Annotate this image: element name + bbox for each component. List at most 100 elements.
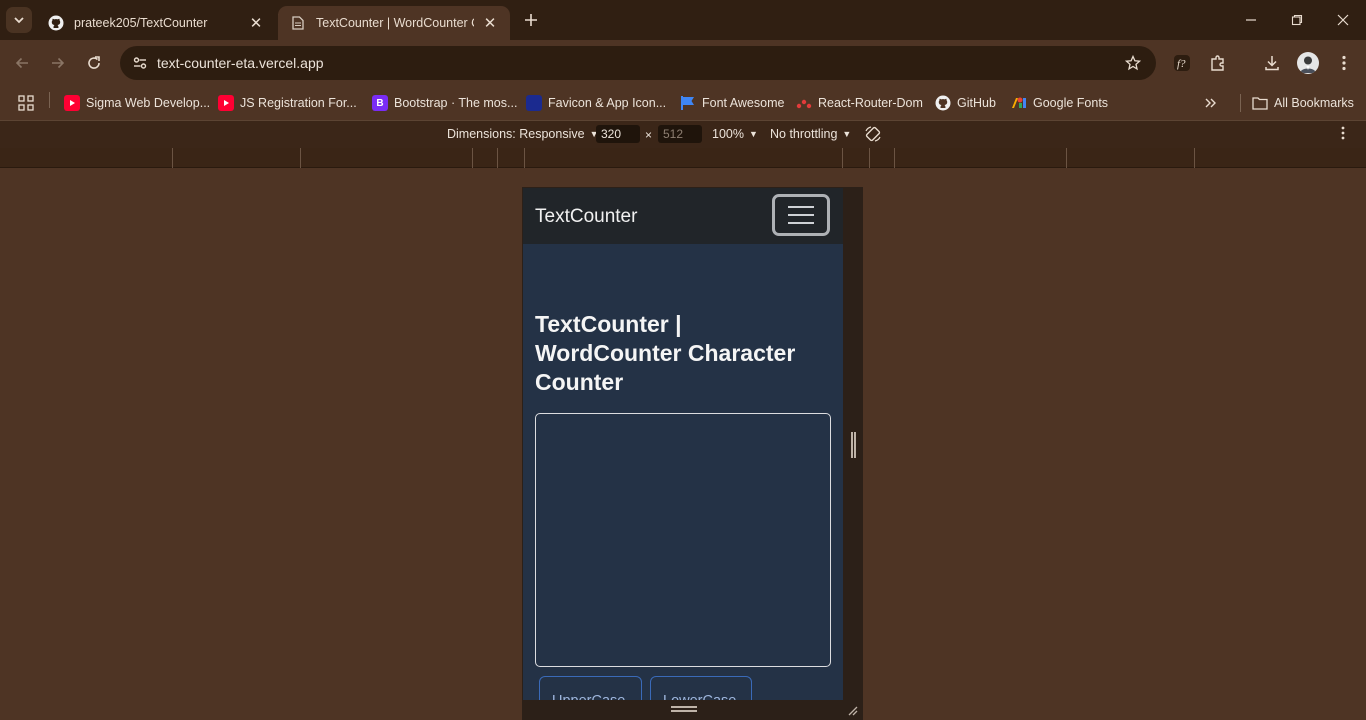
- bookmarks-divider: [49, 92, 50, 108]
- profile-avatar[interactable]: [1297, 52, 1319, 74]
- height-input[interactable]: 512: [658, 125, 702, 143]
- caret-down-icon: ▼: [842, 129, 852, 139]
- bookmark-favicon[interactable]: Favicon & App Icon...: [526, 92, 666, 114]
- reload-icon: [88, 56, 100, 69]
- chevron-down-icon: [14, 17, 24, 24]
- plus-icon: [525, 14, 537, 26]
- bookmark-google-fonts[interactable]: Google Fonts: [1011, 92, 1108, 114]
- hamburger-icon: [788, 206, 814, 224]
- bookmark-label: Bootstrap · The mos...: [394, 96, 518, 110]
- uppercase-button[interactable]: UpperCase: [539, 676, 642, 700]
- resize-corner-icon[interactable]: [846, 704, 858, 716]
- bookmark-react-router[interactable]: React-Router-Dom: [796, 92, 923, 114]
- device-toolbar: Dimensions: Responsive ▼ 320 × 512 100% …: [0, 120, 1366, 148]
- minimize-icon: [1246, 19, 1256, 21]
- dimensions-dropdown[interactable]: Dimensions: Responsive ▼: [447, 127, 598, 141]
- downloads-button[interactable]: [1258, 49, 1286, 77]
- tab-textcounter[interactable]: TextCounter | WordCounter Cha ✕: [278, 6, 510, 40]
- all-bookmarks-label: All Bookmarks: [1274, 96, 1354, 110]
- bookmarks-overflow-button[interactable]: [1204, 92, 1218, 114]
- flag-icon: [680, 95, 696, 111]
- caret-down-icon: ▼: [748, 129, 758, 139]
- folder-icon: [1252, 95, 1268, 111]
- zoom-dropdown[interactable]: 100% ▼: [712, 127, 758, 141]
- apps-button[interactable]: [18, 92, 34, 114]
- rotate-icon: [865, 126, 881, 142]
- ruler-tick: [300, 148, 301, 168]
- zoom-label: 100%: [712, 127, 744, 141]
- tab-strip: prateek205/TextCounter ✕ TextCounter | W…: [0, 0, 1366, 40]
- tab-search-button[interactable]: [6, 7, 32, 33]
- ruler-tick: [894, 148, 895, 168]
- new-tab-button[interactable]: [520, 9, 542, 31]
- toolbar: text-counter-eta.vercel.app f?: [0, 40, 1366, 86]
- bookmark-label: JS Registration For...: [240, 96, 357, 110]
- ruler-tick: [869, 148, 870, 168]
- bookmark-label: React-Router-Dom: [818, 96, 923, 110]
- bookmark-font-awesome[interactable]: Font Awesome: [680, 92, 784, 114]
- device-viewport: TextCounter TextCounter | WordCounter Ch…: [523, 188, 843, 700]
- navbar-brand[interactable]: TextCounter: [535, 206, 637, 228]
- width-input[interactable]: 320: [596, 125, 640, 143]
- github-icon: [935, 95, 951, 111]
- device-toolbar-menu-button[interactable]: [1341, 126, 1345, 140]
- restore-button[interactable]: [1274, 0, 1320, 40]
- favicon-icon: [526, 95, 542, 111]
- bookmark-label: Sigma Web Develop...: [86, 96, 211, 110]
- close-window-button[interactable]: [1320, 0, 1366, 40]
- all-bookmarks-button[interactable]: All Bookmarks: [1252, 92, 1354, 114]
- url-text[interactable]: text-counter-eta.vercel.app: [157, 55, 324, 71]
- more-vert-icon: [1342, 55, 1346, 71]
- youtube-icon: [218, 95, 234, 111]
- lowercase-button[interactable]: LowerCase: [650, 676, 752, 700]
- tab-github[interactable]: prateek205/TextCounter ✕: [36, 6, 276, 40]
- media-query-ruler[interactable]: [0, 148, 1366, 168]
- back-button[interactable]: [8, 49, 36, 77]
- resize-grip-vertical-icon[interactable]: [851, 432, 856, 458]
- site-info-icon[interactable]: [128, 51, 152, 75]
- extensions-button[interactable]: [1204, 49, 1232, 77]
- bookmark-star-icon[interactable]: [1122, 52, 1144, 74]
- bookmark-github[interactable]: GitHub: [935, 92, 996, 114]
- throttling-dropdown[interactable]: No throttling ▼: [770, 127, 851, 141]
- bookmarks-bar: Sigma Web Develop... JS Registration For…: [0, 86, 1366, 120]
- tab-title: TextCounter | WordCounter Cha: [316, 16, 474, 30]
- bookmark-label: Font Awesome: [702, 96, 785, 110]
- extension-fx-button[interactable]: f?: [1168, 49, 1196, 77]
- bookmark-label: Favicon & App Icon...: [548, 96, 667, 110]
- browser-menu-button[interactable]: [1330, 49, 1358, 77]
- times-icon: ×: [645, 128, 653, 142]
- restore-icon: [1291, 14, 1303, 26]
- rotate-button[interactable]: [864, 125, 882, 143]
- bookmarks-divider: [1240, 94, 1241, 112]
- more-vert-icon: [1341, 126, 1345, 140]
- navbar: TextCounter: [523, 188, 843, 244]
- forward-button[interactable]: [44, 49, 72, 77]
- reload-button[interactable]: [80, 49, 108, 77]
- bookmark-js-registration[interactable]: JS Registration For...: [218, 92, 357, 114]
- apps-grid-icon: [18, 95, 34, 111]
- arrow-left-icon: [15, 57, 28, 69]
- resize-grip-horizontal-icon[interactable]: [671, 706, 697, 712]
- arrow-right-icon: [52, 57, 65, 69]
- text-input-area[interactable]: [535, 413, 831, 667]
- close-icon[interactable]: ✕: [248, 15, 264, 32]
- bookmark-label: GitHub: [957, 96, 996, 110]
- dimensions-label: Dimensions: Responsive: [447, 127, 585, 141]
- close-icon[interactable]: ✕: [482, 15, 498, 32]
- minimize-button[interactable]: [1228, 0, 1274, 40]
- chevron-double-right-icon: [1205, 98, 1216, 108]
- navbar-toggler-button[interactable]: [772, 194, 830, 236]
- formula-icon: f?: [1174, 55, 1190, 71]
- github-icon: [48, 15, 64, 31]
- tab-title: prateek205/TextCounter: [74, 16, 208, 30]
- ruler-tick: [172, 148, 173, 168]
- svg-text:f?: f?: [1177, 58, 1186, 70]
- bookmark-sigma[interactable]: Sigma Web Develop...: [64, 92, 210, 114]
- close-icon: [1337, 14, 1349, 26]
- address-bar[interactable]: text-counter-eta.vercel.app: [120, 46, 1156, 80]
- bookmark-bootstrap[interactable]: B Bootstrap · The mos...: [372, 92, 517, 114]
- google-fonts-icon: [1011, 95, 1027, 111]
- throttling-label: No throttling: [770, 127, 838, 141]
- page-icon: [290, 15, 306, 31]
